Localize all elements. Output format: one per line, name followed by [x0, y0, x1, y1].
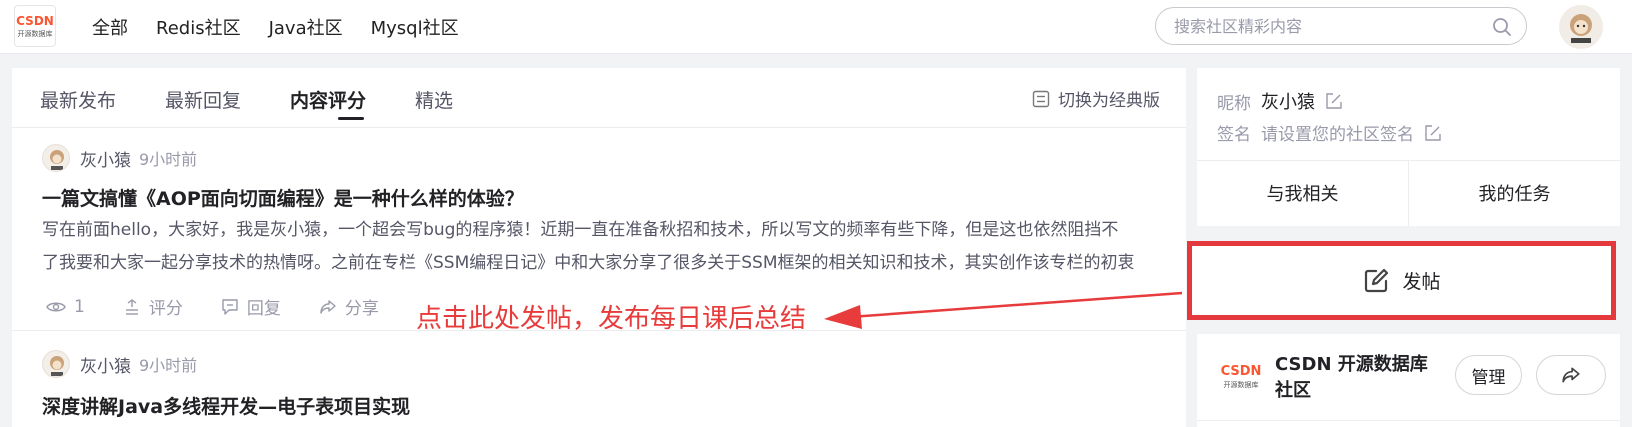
- post-feed: 最新发布 最新回复 内容评分 精选 切换为经典版 灰小猿 9小时前 一篇文搞懂《…: [12, 68, 1186, 427]
- nickname-value: 灰小猿: [1261, 92, 1315, 113]
- signature-label: 签名: [1217, 125, 1251, 145]
- logo-subtext: 开源数据库: [17, 30, 53, 38]
- card-divider: [1197, 420, 1620, 421]
- create-post-button[interactable]: 发帖: [1192, 246, 1611, 315]
- switch-classic-button[interactable]: 切换为经典版: [1032, 86, 1160, 111]
- edit-icon[interactable]: [1325, 92, 1343, 110]
- community-logo-text: CSDN: [1220, 364, 1262, 379]
- tab-latest[interactable]: 最新发布: [40, 86, 116, 113]
- switch-classic-label: 切换为经典版: [1058, 91, 1160, 111]
- my-tasks-button[interactable]: 我的任务: [1409, 180, 1620, 206]
- post-excerpt[interactable]: 写在前面hello，大家好，我是灰小猿，一个超会写bug的程序猿！近期一直在准备…: [42, 214, 1152, 280]
- nav-item-all[interactable]: 全部: [92, 14, 128, 40]
- post-button-highlight: 发帖: [1187, 241, 1616, 320]
- author-name[interactable]: 灰小猿: [80, 146, 131, 171]
- csdn-logo[interactable]: CSDN 开源数据库: [14, 5, 56, 47]
- tab-latest-reply[interactable]: 最新回复: [165, 86, 241, 113]
- nav-links: 全部 Redis社区 Java社区 Mysql社区: [92, 14, 459, 40]
- post-title[interactable]: 一篇文搞懂《AOP面向切面编程》是一种什么样的体验？: [42, 184, 524, 211]
- manage-button[interactable]: 管理: [1455, 355, 1522, 395]
- switch-icon: [1032, 90, 1050, 107]
- post-time: 9小时前: [139, 356, 198, 375]
- post-time: 9小时前: [139, 150, 198, 169]
- community-logo[interactable]: CSDN 开源数据库: [1217, 358, 1265, 398]
- search-icon[interactable]: [1492, 17, 1512, 37]
- share-label: 分享: [344, 299, 379, 319]
- community-card: CSDN 开源数据库 CSDN 开源数据库社区 管理: [1197, 334, 1620, 427]
- signature-row: 签名 请设置您的社区签名: [1217, 120, 1442, 145]
- feed-tabs: 最新发布 最新回复 内容评分 精选 切换为经典版: [12, 68, 1186, 128]
- post-actions: 1 评分 回复 分享: [46, 294, 379, 319]
- logo-text: CSDN: [16, 14, 54, 28]
- author-avatar[interactable]: [42, 350, 70, 378]
- eye-icon: [46, 302, 66, 311]
- rate-icon: [125, 298, 138, 315]
- post-meta: 灰小猿 9小时前: [42, 350, 197, 378]
- author-avatar[interactable]: [42, 144, 70, 172]
- nickname-label: 昵称: [1217, 93, 1251, 114]
- post-meta: 灰小猿 9小时前: [42, 144, 197, 172]
- create-post-label: 发帖: [1402, 271, 1441, 293]
- post-title[interactable]: 深度讲解Java多线程开发—电子表项目实现: [42, 392, 410, 419]
- reply-button[interactable]: 回复: [221, 294, 281, 319]
- nav-item-java[interactable]: Java社区: [269, 14, 343, 40]
- share-icon: [320, 299, 336, 314]
- tab-featured[interactable]: 精选: [415, 86, 453, 113]
- user-avatar[interactable]: [1559, 5, 1603, 49]
- related-to-me-button[interactable]: 与我相关: [1197, 180, 1408, 206]
- search-box: [1155, 7, 1527, 45]
- nav-item-mysql[interactable]: Mysql社区: [371, 14, 459, 40]
- share-button[interactable]: 分享: [319, 294, 379, 319]
- nav-item-redis[interactable]: Redis社区: [156, 14, 241, 40]
- search-input[interactable]: [1174, 14, 1474, 38]
- top-navbar: CSDN 开源数据库 全部 Redis社区 Java社区 Mysql社区: [0, 0, 1632, 54]
- views-value: 1: [74, 296, 85, 317]
- rate-label: 评分: [148, 299, 183, 319]
- nickname-row: 昵称 灰小猿: [1217, 88, 1343, 114]
- community-logo-subtext: 开源数据库: [1223, 381, 1259, 389]
- share-icon: [1562, 367, 1580, 383]
- annotation-arrow: [824, 291, 1183, 329]
- community-name[interactable]: CSDN 开源数据库社区: [1275, 352, 1445, 404]
- signature-placeholder[interactable]: 请设置您的社区签名: [1261, 120, 1414, 145]
- excerpt-line: 了我要和大家一起分享技术的热情呀。之前在专栏《SSM编程日记》中和大家分享了很多…: [42, 253, 1135, 273]
- active-tab-indicator: [338, 117, 364, 120]
- reply-label: 回复: [246, 299, 281, 319]
- tab-content-rating[interactable]: 内容评分: [290, 86, 366, 113]
- profile-card: 昵称 灰小猿 签名 请设置您的社区签名 与我相关 我的任务: [1197, 68, 1620, 226]
- edit-icon[interactable]: [1424, 124, 1442, 142]
- annotation-text: 点击此处发帖，发布每日课后总结: [416, 304, 807, 334]
- author-name[interactable]: 灰小猿: [80, 352, 131, 377]
- rate-button[interactable]: 评分: [123, 294, 183, 319]
- excerpt-line: 写在前面hello，大家好，我是灰小猿，一个超会写bug的程序猿！近期一直在准备…: [42, 220, 1119, 240]
- edit-icon: [1365, 268, 1389, 292]
- community-share-button[interactable]: [1536, 355, 1606, 395]
- views-count: 1: [46, 294, 85, 319]
- comment-icon: [222, 298, 238, 315]
